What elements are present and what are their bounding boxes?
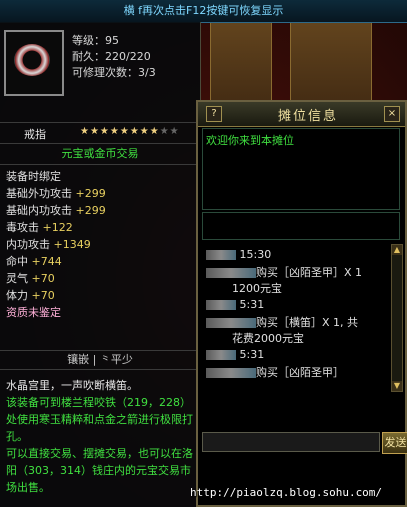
attr-row: 体力 +70 bbox=[6, 287, 55, 303]
message-price: 1200元宝 bbox=[232, 282, 282, 295]
item-trade-type: 元宝或金币交易 bbox=[0, 144, 200, 165]
close-icon[interactable]: × bbox=[384, 106, 400, 122]
message-text: 购买［凶陌圣甲］X 1 bbox=[256, 266, 363, 279]
message-line: 购买［凶陌圣甲］ bbox=[206, 364, 344, 380]
attr-row: 毒攻击 +122 bbox=[6, 219, 73, 235]
stall-notice-box bbox=[202, 212, 400, 240]
item-bind-status: 装备时绑定 bbox=[6, 170, 61, 183]
watermark-url: http://piaolzq.blog.sohu.com/ bbox=[190, 486, 383, 499]
message-price: 花费2000元宝 bbox=[232, 332, 304, 345]
stars-filled: ★★★★★★★★ bbox=[80, 126, 160, 137]
stall-header: ? 摊位信息 × bbox=[198, 102, 405, 127]
message-line: 5:31 bbox=[206, 348, 264, 361]
item-star-rating: ★★★★★★★★★★ bbox=[80, 126, 180, 137]
message-time: 5:31 bbox=[239, 298, 265, 311]
item-level: 等级：95 bbox=[72, 34, 119, 47]
attr-row: 灵气 +70 bbox=[6, 270, 55, 286]
attr-value: +70 bbox=[31, 272, 55, 285]
message-line: 5:31 bbox=[206, 298, 264, 311]
message-time: 15:30 bbox=[239, 248, 272, 261]
attr-value: +299 bbox=[75, 187, 106, 200]
chat-input[interactable] bbox=[202, 432, 380, 452]
attr-row: 内功攻击 +1349 bbox=[6, 236, 91, 252]
stall-title: 摊位信息 bbox=[278, 109, 339, 124]
attr-label: 灵气 bbox=[6, 272, 28, 285]
attr-value: +1349 bbox=[53, 238, 91, 251]
attr-value: +744 bbox=[31, 255, 62, 268]
message-text: 购买［横笛］X 1, 共 bbox=[256, 316, 359, 329]
item-gem-slots: 镶嵌 | ⺀平少 bbox=[0, 350, 200, 370]
message-time: 5:31 bbox=[239, 348, 265, 361]
attr-row: 基础内功攻击 +299 bbox=[6, 202, 106, 218]
item-icon-frame bbox=[4, 30, 64, 96]
ring-icon bbox=[14, 44, 50, 76]
attr-row: 命中 +744 bbox=[6, 253, 62, 269]
attr-label: 基础外功攻击 bbox=[6, 187, 72, 200]
scroll-down-icon[interactable]: ▼ bbox=[392, 381, 402, 391]
blurred-name bbox=[206, 350, 236, 360]
send-button[interactable]: 发送 bbox=[382, 432, 407, 454]
item-repair-count: 可修理次数：3/3 bbox=[72, 66, 156, 79]
stall-message-log: 15:30 购买［凶陌圣甲］X 1 1200元宝 5:31 购买［横笛］X 1,… bbox=[202, 244, 388, 390]
item-durability: 耐久：220/220 bbox=[72, 50, 151, 63]
blurred-name bbox=[206, 300, 236, 310]
attr-value: +122 bbox=[42, 221, 73, 234]
blurred-name bbox=[206, 368, 256, 378]
item-tooltip: 等级：95 耐久：220/220 可修理次数：3/3 戒指 ★★★★★★★★★★… bbox=[0, 22, 201, 507]
scroll-up-icon[interactable]: ▲ bbox=[392, 245, 402, 255]
message-text: 购买［凶陌圣甲］ bbox=[256, 366, 344, 379]
item-description: 水晶宫里，一声吹断横笛。 该装备可到楼兰程咬铁（219，228）处使用寒玉精粹和… bbox=[6, 377, 196, 496]
item-unidentified: 资质未鉴定 bbox=[6, 306, 61, 319]
message-line: 购买［凶陌圣甲］X 1 bbox=[206, 264, 362, 280]
desc-upgrade: 该装备可到楼兰程咬铁（219，228）处使用寒玉精粹和点金之箭进行极限打孔。 bbox=[6, 396, 193, 443]
hud-hint-bar: 横 f再次点击F12按键可恢复显示 bbox=[0, 0, 407, 23]
desc-market: 可以直接交易、摆摊交易，也可以在洛阳（303，314）钱庄内的元宝交易市场出售。 bbox=[6, 447, 193, 494]
attr-value: +70 bbox=[31, 289, 55, 302]
attr-label: 毒攻击 bbox=[6, 221, 39, 234]
blurred-name bbox=[206, 318, 256, 328]
message-line: 15:30 bbox=[206, 248, 271, 261]
stall-info-window: ? 摊位信息 × 欢迎你来到本摊位 15:30 购买［凶陌圣甲］X 1 1200… bbox=[196, 100, 407, 507]
message-scrollbar[interactable]: ▲ ▼ bbox=[391, 244, 403, 392]
attr-value: +299 bbox=[75, 204, 106, 217]
stars-empty: ★★ bbox=[159, 126, 180, 137]
blurred-name bbox=[206, 268, 256, 278]
item-name-bar: 戒指 ★★★★★★★★★★ bbox=[0, 122, 200, 144]
stall-welcome: 欢迎你来到本摊位 bbox=[206, 134, 294, 147]
attr-label: 命中 bbox=[6, 255, 28, 268]
blurred-name bbox=[206, 250, 236, 260]
attr-row: 基础外功攻击 +299 bbox=[6, 185, 106, 201]
desc-flavor: 水晶宫里，一声吹断横笛。 bbox=[6, 379, 138, 392]
item-name: 戒指 bbox=[24, 128, 46, 141]
attr-label: 基础内功攻击 bbox=[6, 204, 72, 217]
message-line: 购买［横笛］X 1, 共 bbox=[206, 314, 358, 330]
attr-label: 体力 bbox=[6, 289, 28, 302]
attr-label: 内功攻击 bbox=[6, 238, 50, 251]
help-icon[interactable]: ? bbox=[206, 106, 222, 122]
